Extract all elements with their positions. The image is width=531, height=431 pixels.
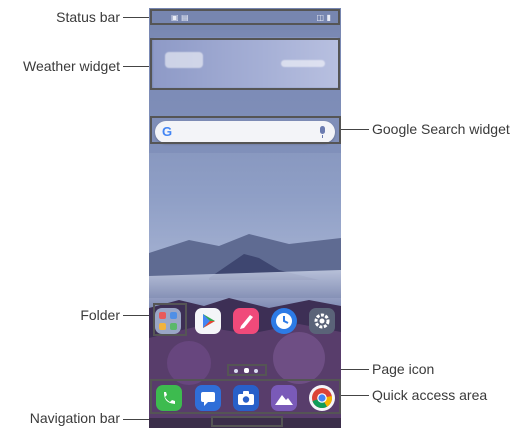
play-store-icon[interactable] — [195, 308, 221, 334]
weather-widget-highlight — [150, 38, 340, 90]
status-bar-label: Status bar — [56, 9, 120, 25]
page-icon-highlight — [227, 364, 267, 376]
folder-label: Folder — [80, 307, 120, 323]
folder-highlight — [153, 303, 187, 336]
weather-widget-label: Weather widget — [22, 58, 120, 74]
clock-icon[interactable] — [271, 308, 297, 334]
navigation-bar-highlight — [211, 416, 283, 427]
google-search-highlight — [150, 116, 341, 144]
quick-access-area-label: Quick access area — [372, 387, 488, 403]
google-search-leader — [341, 129, 369, 130]
navigation-bar-label: Navigation bar — [29, 410, 120, 426]
memo-icon[interactable] — [233, 308, 259, 334]
google-search-widget-label: Google Search widget — [372, 121, 510, 137]
quick-access-leader — [341, 395, 369, 396]
quick-access-highlight — [150, 379, 341, 414]
settings-icon[interactable] — [309, 308, 335, 334]
status-bar-highlight — [150, 9, 340, 25]
page-icon-label: Page icon — [372, 361, 435, 377]
